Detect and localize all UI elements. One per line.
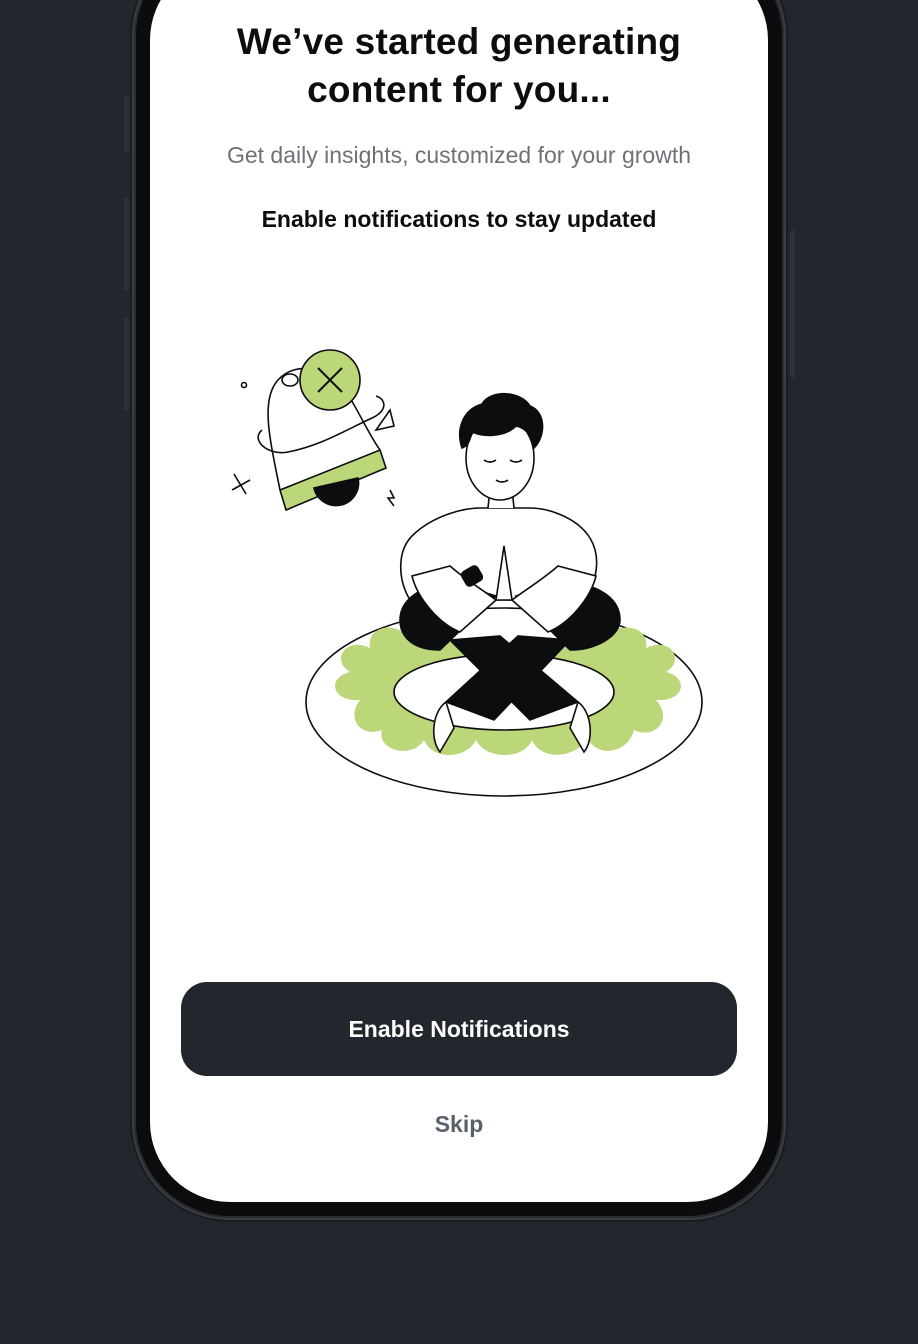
enable-notifications-button[interactable]: Enable Notifications [181,982,737,1076]
phone-volume-up-button [124,198,129,290]
app-screen: We’ve started generating content for you… [150,0,768,1202]
phone-volume-down-button [124,318,129,410]
skip-button[interactable]: Skip [350,1102,568,1146]
meditation-illustration [231,349,703,797]
person-meditating-icon [305,393,703,797]
phone-power-button [790,230,795,378]
notification-bell-icon [231,349,396,512]
phone-mute-switch [124,96,129,152]
